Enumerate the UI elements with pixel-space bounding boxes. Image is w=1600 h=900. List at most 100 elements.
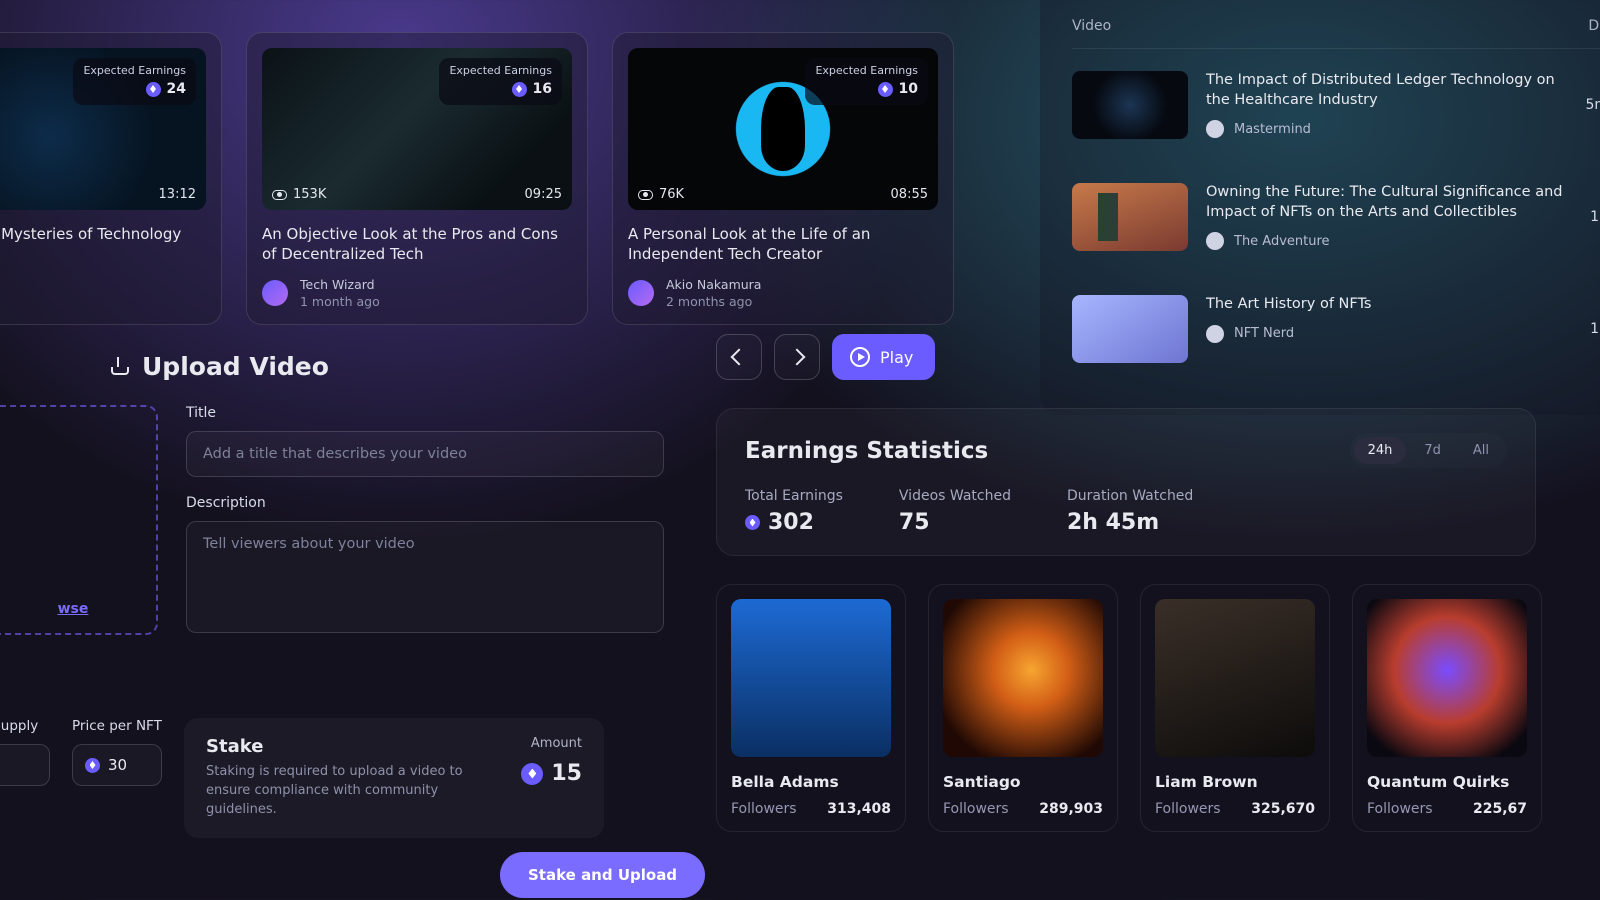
video-title: An Objective Look at the Pros and Cons o… [262,224,572,265]
description-input[interactable] [186,521,664,633]
duration-watched-value: 2h 45m [1067,510,1193,535]
upload-section: Upload Video wse Title Description [0,352,692,667]
avatar [1206,120,1224,138]
playlist-item[interactable]: Owning the Future: The Cultural Signific… [1072,161,1600,273]
stake-desc: Staking is required to upload a video to… [206,763,476,820]
creator-image [1155,599,1315,757]
price-label: Price per NFT [72,718,162,734]
followers-label: Followers [731,801,797,817]
video-age: 1 month ago [300,294,380,309]
video-card[interactable]: Expected Earnings 16 153K 09:25 An Objec… [246,32,588,325]
playlist-thumb [1072,183,1188,251]
video-title: A Personal Look at the Life of an Indepe… [628,224,938,265]
creator-name: Liam Brown [1155,773,1315,791]
expected-earnings-badge: Expected Earnings 24 [73,58,196,105]
upload-header: Upload Video [142,352,329,381]
max-supply-input[interactable]: 20 [0,744,50,786]
creator-image [943,599,1103,757]
video-author: Tech Wizard [300,277,380,292]
playlist-title: Owning the Future: The Cultural Signific… [1206,183,1572,222]
supply-stake-row: Max Supply 20 Price per NFT 30 Stake Sta… [0,718,604,838]
avatar [262,280,288,306]
seg-24h[interactable]: 24h [1354,437,1407,464]
arrow-left-icon [731,349,748,366]
playlist-title: The Art History of NFTs [1206,295,1572,315]
followers-value: 313,408 [827,801,891,817]
videos-watched-label: Videos Watched [899,488,1011,504]
upload-icon [108,357,128,377]
coin-icon [85,758,100,773]
playlist-item[interactable]: The Art History of NFTs NFT Nerd 13 [1072,273,1600,385]
video-cards-row: Expected Earnings 24 13:12 Decoding the … [0,32,954,325]
avatar [1206,325,1224,343]
coin-icon [146,82,161,97]
followers-label: Followers [1367,801,1433,817]
video-author: Akio Nakamura [666,277,761,292]
expected-earnings-badge: Expected Earnings 10 [805,58,928,105]
video-age: 2 months ago [666,294,761,309]
creator-name: Bella Adams [731,773,891,791]
playlist-duration: 5m [1585,97,1600,113]
play-button[interactable]: Play [832,334,935,380]
video-duration: 13:12 [159,187,196,202]
creator-card[interactable]: Santiago Followers 289,903 [928,584,1118,832]
eye-icon [272,190,287,200]
creator-card[interactable]: Quantum Quirks Followers 225,67 [1352,584,1542,832]
play-icon [850,347,870,367]
price-input[interactable]: 30 [72,744,162,786]
stake-box: Stake Staking is required to upload a vi… [184,718,604,838]
file-dropzone[interactable]: wse [0,405,158,635]
video-duration: 08:55 [891,187,928,202]
creator-card[interactable]: Liam Brown Followers 325,670 [1140,584,1330,832]
followers-label: Followers [1155,801,1221,817]
stake-title: Stake [206,736,476,757]
video-thumbnail[interactable]: Expected Earnings 10 76K 08:55 [628,48,938,210]
video-thumbnail[interactable]: Expected Earnings 16 153K 09:25 [262,48,572,210]
video-views: 153K [272,187,326,202]
followers-value: 289,903 [1039,801,1103,817]
total-earnings-label: Total Earnings [745,488,843,504]
description-label: Description [186,495,664,511]
playlist-item[interactable]: The Impact of Distributed Ledger Technol… [1072,49,1600,161]
coin-icon [878,82,893,97]
creator-image [1367,599,1527,757]
arrow-right-icon [789,349,806,366]
video-duration: 09:25 [525,187,562,202]
carousel-controls: Play [716,334,935,380]
seg-all[interactable]: All [1459,437,1503,464]
max-supply-label: Max Supply [0,718,50,734]
next-button[interactable] [774,334,820,380]
prev-button[interactable] [716,334,762,380]
video-title: Decoding the Mysteries of Technology [0,224,206,244]
video-thumbnail[interactable]: Expected Earnings 24 13:12 [0,48,206,210]
creator-name: Quantum Quirks [1367,773,1527,791]
browse-link[interactable]: wse [58,601,89,617]
creator-card[interactable]: Bella Adams Followers 313,408 [716,584,906,832]
playlist-title: The Impact of Distributed Ledger Technol… [1206,71,1567,110]
followers-label: Followers [943,801,1009,817]
playlist-duration: 10 [1590,209,1600,225]
creators-row: Bella Adams Followers 313,408 Santiago Fo… [716,584,1542,832]
avatar [628,280,654,306]
video-card[interactable]: Expected Earnings 24 13:12 Decoding the … [0,32,222,325]
followers-value: 225,67 [1473,801,1527,817]
videos-watched-value: 75 [899,510,1011,535]
video-card[interactable]: Expected Earnings 10 76K 08:55 A Persona… [612,32,954,325]
coin-icon [745,515,760,530]
title-input[interactable] [186,431,664,477]
followers-value: 325,670 [1251,801,1315,817]
stake-upload-button[interactable]: Stake and Upload [500,852,705,898]
playlist-col-video: Video [1072,18,1111,34]
time-segment: 24h 7d All [1350,433,1507,468]
stats-title: Earnings Statistics [745,438,988,464]
seg-7d[interactable]: 7d [1410,437,1455,464]
coin-icon [521,763,543,785]
creator-name: Santiago [943,773,1103,791]
eye-icon [638,190,653,200]
total-earnings-value: 302 [768,510,814,535]
playlist-thumb [1072,71,1188,139]
creator-image [731,599,891,757]
playlist-duration: 13 [1590,321,1600,337]
avatar [1206,232,1224,250]
playlist-col-duration: Du [1588,18,1600,34]
